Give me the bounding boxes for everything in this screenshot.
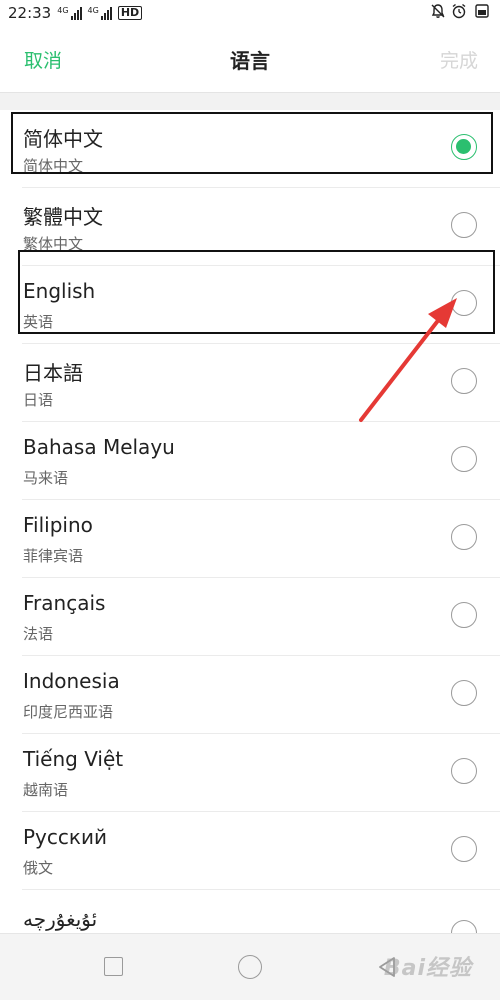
radio-icon[interactable] [451, 368, 477, 394]
language-native-name: 俄文 [23, 859, 54, 877]
recent-apps-icon[interactable] [104, 957, 123, 976]
bell-muted-icon [430, 3, 446, 23]
watermark: Bai经验 [383, 956, 472, 981]
radio-icon[interactable] [451, 758, 477, 784]
language-item-malay[interactable]: Bahasa Melayu 马来语 [0, 422, 500, 500]
language-name: Bahasa Melayu [23, 435, 175, 459]
language-name: 繁體中文 [23, 205, 103, 229]
status-bar: 22:33 4G 4G HD [0, 0, 500, 26]
signal-icon: 4G [57, 6, 82, 20]
radio-icon[interactable] [451, 290, 477, 316]
status-left: 22:33 4G 4G HD [8, 4, 143, 22]
hd-icon: HD [117, 6, 143, 20]
language-name: 简体中文 [23, 127, 103, 151]
header: 取消 语言 完成 [0, 26, 500, 92]
navigation-bar: Bai经验 [0, 933, 500, 1000]
language-item-russian[interactable]: Русский 俄文 [0, 812, 500, 890]
language-name: Tiếng Việt [23, 747, 124, 771]
language-item-indonesian[interactable]: Indonesia 印度尼西亚语 [0, 656, 500, 734]
language-native-name: 越南语 [23, 781, 69, 799]
radio-icon[interactable] [451, 680, 477, 706]
language-native-name: 法语 [23, 625, 54, 643]
radio-icon[interactable] [451, 212, 477, 238]
radio-icon[interactable] [451, 446, 477, 472]
language-name: 日本語 [23, 361, 83, 385]
language-native-name: 繁体中文 [23, 235, 84, 253]
cancel-button[interactable]: 取消 [24, 46, 62, 73]
language-native-name: 英语 [23, 313, 54, 331]
language-name: Français [23, 591, 106, 615]
language-item-french[interactable]: Français 法语 [0, 578, 500, 656]
language-item-japanese[interactable]: 日本語 日语 [0, 344, 500, 422]
language-native-name: 日语 [23, 391, 54, 409]
language-item-traditional-chinese[interactable]: 繁體中文 繁体中文 [0, 188, 500, 266]
language-native-name: 简体中文 [23, 157, 84, 175]
language-item-filipino[interactable]: Filipino 菲律宾语 [0, 500, 500, 578]
status-right [430, 3, 492, 23]
home-icon[interactable] [238, 955, 262, 979]
radio-icon[interactable] [451, 836, 477, 862]
done-button[interactable]: 完成 [440, 46, 478, 73]
language-name: Русский [23, 825, 107, 849]
language-name: Indonesia [23, 669, 120, 693]
language-name: English [23, 279, 96, 303]
radio-icon[interactable] [451, 524, 477, 550]
header-separator [0, 92, 500, 110]
status-time: 22:33 [8, 4, 52, 22]
language-native-name: 菲律宾语 [23, 547, 84, 565]
signal-icon: 4G [88, 6, 112, 20]
radio-icon[interactable] [451, 602, 477, 628]
language-native-name: 印度尼西亚语 [23, 703, 114, 721]
language-name: Filipino [23, 513, 93, 537]
language-name: ئۇيغۇرچە [23, 907, 98, 931]
screen: 22:33 4G 4G HD 取消 语言 完成 简体中文 简体中文 繁體中文 繁… [0, 0, 500, 1000]
language-native-name: 马来语 [23, 469, 69, 487]
radio-selected-icon[interactable] [451, 134, 477, 160]
alarm-clock-icon [451, 3, 467, 23]
language-list: 简体中文 简体中文 繁體中文 繁体中文 English 英语 日本語 日语 Ba… [0, 110, 500, 968]
language-item-simplified-chinese[interactable]: 简体中文 简体中文 [0, 110, 500, 188]
page-title: 语言 [230, 48, 270, 73]
language-item-english[interactable]: English 英语 [0, 266, 500, 344]
battery-icon [472, 3, 492, 23]
language-item-vietnamese[interactable]: Tiếng Việt 越南语 [0, 734, 500, 812]
